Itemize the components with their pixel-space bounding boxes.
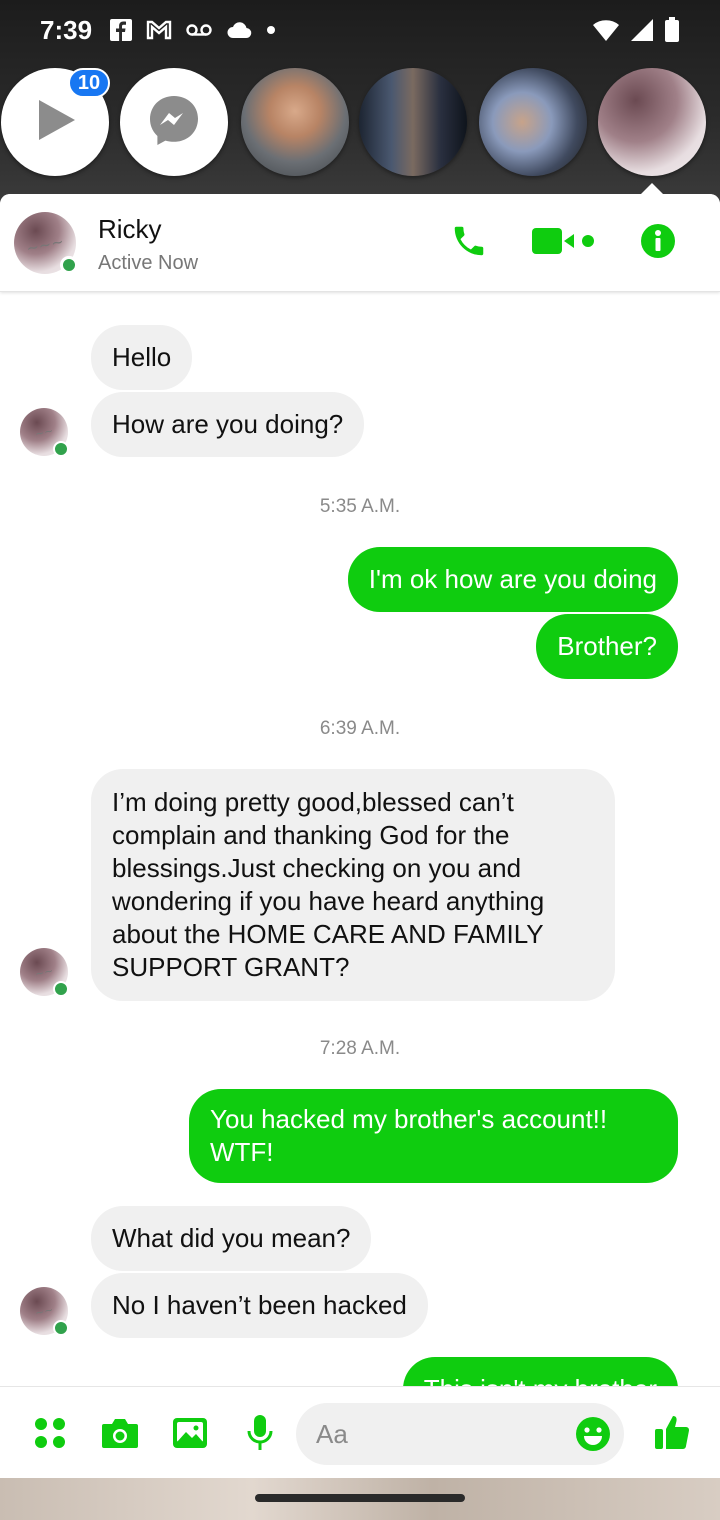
smiley-icon	[576, 1417, 610, 1451]
microphone-icon	[247, 1414, 273, 1450]
notification-dot-icon	[266, 25, 276, 35]
message-timestamp: 5:35 A.M.	[319, 496, 401, 517]
incoming-message[interactable]: Hello	[91, 325, 193, 390]
signal-icon	[630, 18, 654, 42]
gallery-button[interactable]	[170, 1413, 210, 1453]
contact-name[interactable]: Ricky	[98, 214, 162, 245]
message-input-placeholder: Aa	[316, 1418, 348, 1449]
home-indicator[interactable]	[255, 1494, 465, 1502]
messages-list[interactable]: Hello How are you doing? ~~ 5:35 A.M. I'…	[0, 292, 720, 1386]
chat-head-contact-4-active[interactable]	[598, 68, 706, 176]
image-icon	[173, 1417, 207, 1448]
grid-dots-icon	[35, 1417, 65, 1448]
chat-header: ~~~ Ricky Active Now	[0, 194, 720, 292]
chat-head-contact-1[interactable]	[241, 68, 349, 176]
sender-avatar[interactable]: ~~	[20, 1287, 69, 1336]
header-avatar[interactable]: ~~~	[14, 212, 78, 274]
phone-call-button[interactable]	[450, 222, 488, 265]
avatar-image-icon: ~~~	[24, 231, 66, 258]
message-input[interactable]: Aa	[296, 1403, 624, 1465]
status-time: 7:39	[40, 14, 93, 45]
info-icon	[641, 224, 675, 258]
more-actions-button[interactable]	[30, 1413, 70, 1453]
sender-avatar[interactable]: ~~	[20, 948, 69, 997]
wifi-icon	[592, 18, 620, 42]
unread-badge: 10	[68, 68, 110, 98]
battery-icon	[664, 17, 680, 43]
sender-avatar[interactable]: ~~	[20, 408, 69, 457]
chat-heads-row: 10	[0, 68, 720, 180]
chat-head-messenger[interactable]	[120, 68, 228, 176]
chat-head-contact-3[interactable]	[479, 68, 587, 176]
like-button[interactable]	[654, 1413, 692, 1456]
outgoing-message[interactable]: I'm ok how are you doing	[347, 547, 678, 612]
gmail-icon	[146, 20, 172, 40]
messenger-icon	[146, 92, 202, 153]
online-indicator	[60, 256, 78, 274]
play-icon	[27, 92, 83, 153]
facebook-icon	[110, 19, 133, 41]
info-button[interactable]	[640, 223, 676, 264]
message-timestamp: 7:28 A.M.	[319, 1038, 401, 1059]
outgoing-message[interactable]: Brother?	[536, 614, 678, 679]
thumbs-up-icon	[655, 1416, 690, 1449]
camera-icon	[102, 1418, 138, 1448]
outgoing-message[interactable]: You hacked my brother's account!! WTF!	[189, 1089, 678, 1183]
incoming-message[interactable]: How are you doing?	[91, 392, 365, 457]
chat-window: ~~~ Ricky Active Now Hello How are you d…	[0, 194, 720, 1478]
online-indicator	[53, 1320, 69, 1336]
emoji-button[interactable]	[574, 1415, 612, 1458]
voicemail-icon	[186, 23, 212, 37]
incoming-message[interactable]: What did you mean?	[91, 1206, 372, 1271]
incoming-message[interactable]: No I haven’t been hacked	[91, 1273, 428, 1338]
chat-head-contact-2[interactable]	[359, 68, 467, 176]
message-timestamp: 6:39 A.M.	[319, 718, 401, 739]
status-bar: 7:39	[0, 0, 720, 60]
online-indicator	[53, 981, 69, 997]
phone-icon	[454, 226, 484, 256]
online-indicator	[53, 441, 69, 457]
video-camera-icon	[532, 228, 594, 254]
outgoing-message[interactable]: This isn't my brother	[402, 1357, 678, 1386]
voice-button[interactable]	[240, 1413, 280, 1453]
incoming-message[interactable]: I’m doing pretty good,blessed can’t comp…	[91, 769, 615, 1001]
contact-status: Active Now	[98, 252, 199, 274]
camera-button[interactable]	[100, 1413, 140, 1453]
video-call-button[interactable]	[532, 226, 596, 261]
cloud-icon	[226, 21, 252, 39]
message-composer: Aa	[0, 1386, 720, 1478]
